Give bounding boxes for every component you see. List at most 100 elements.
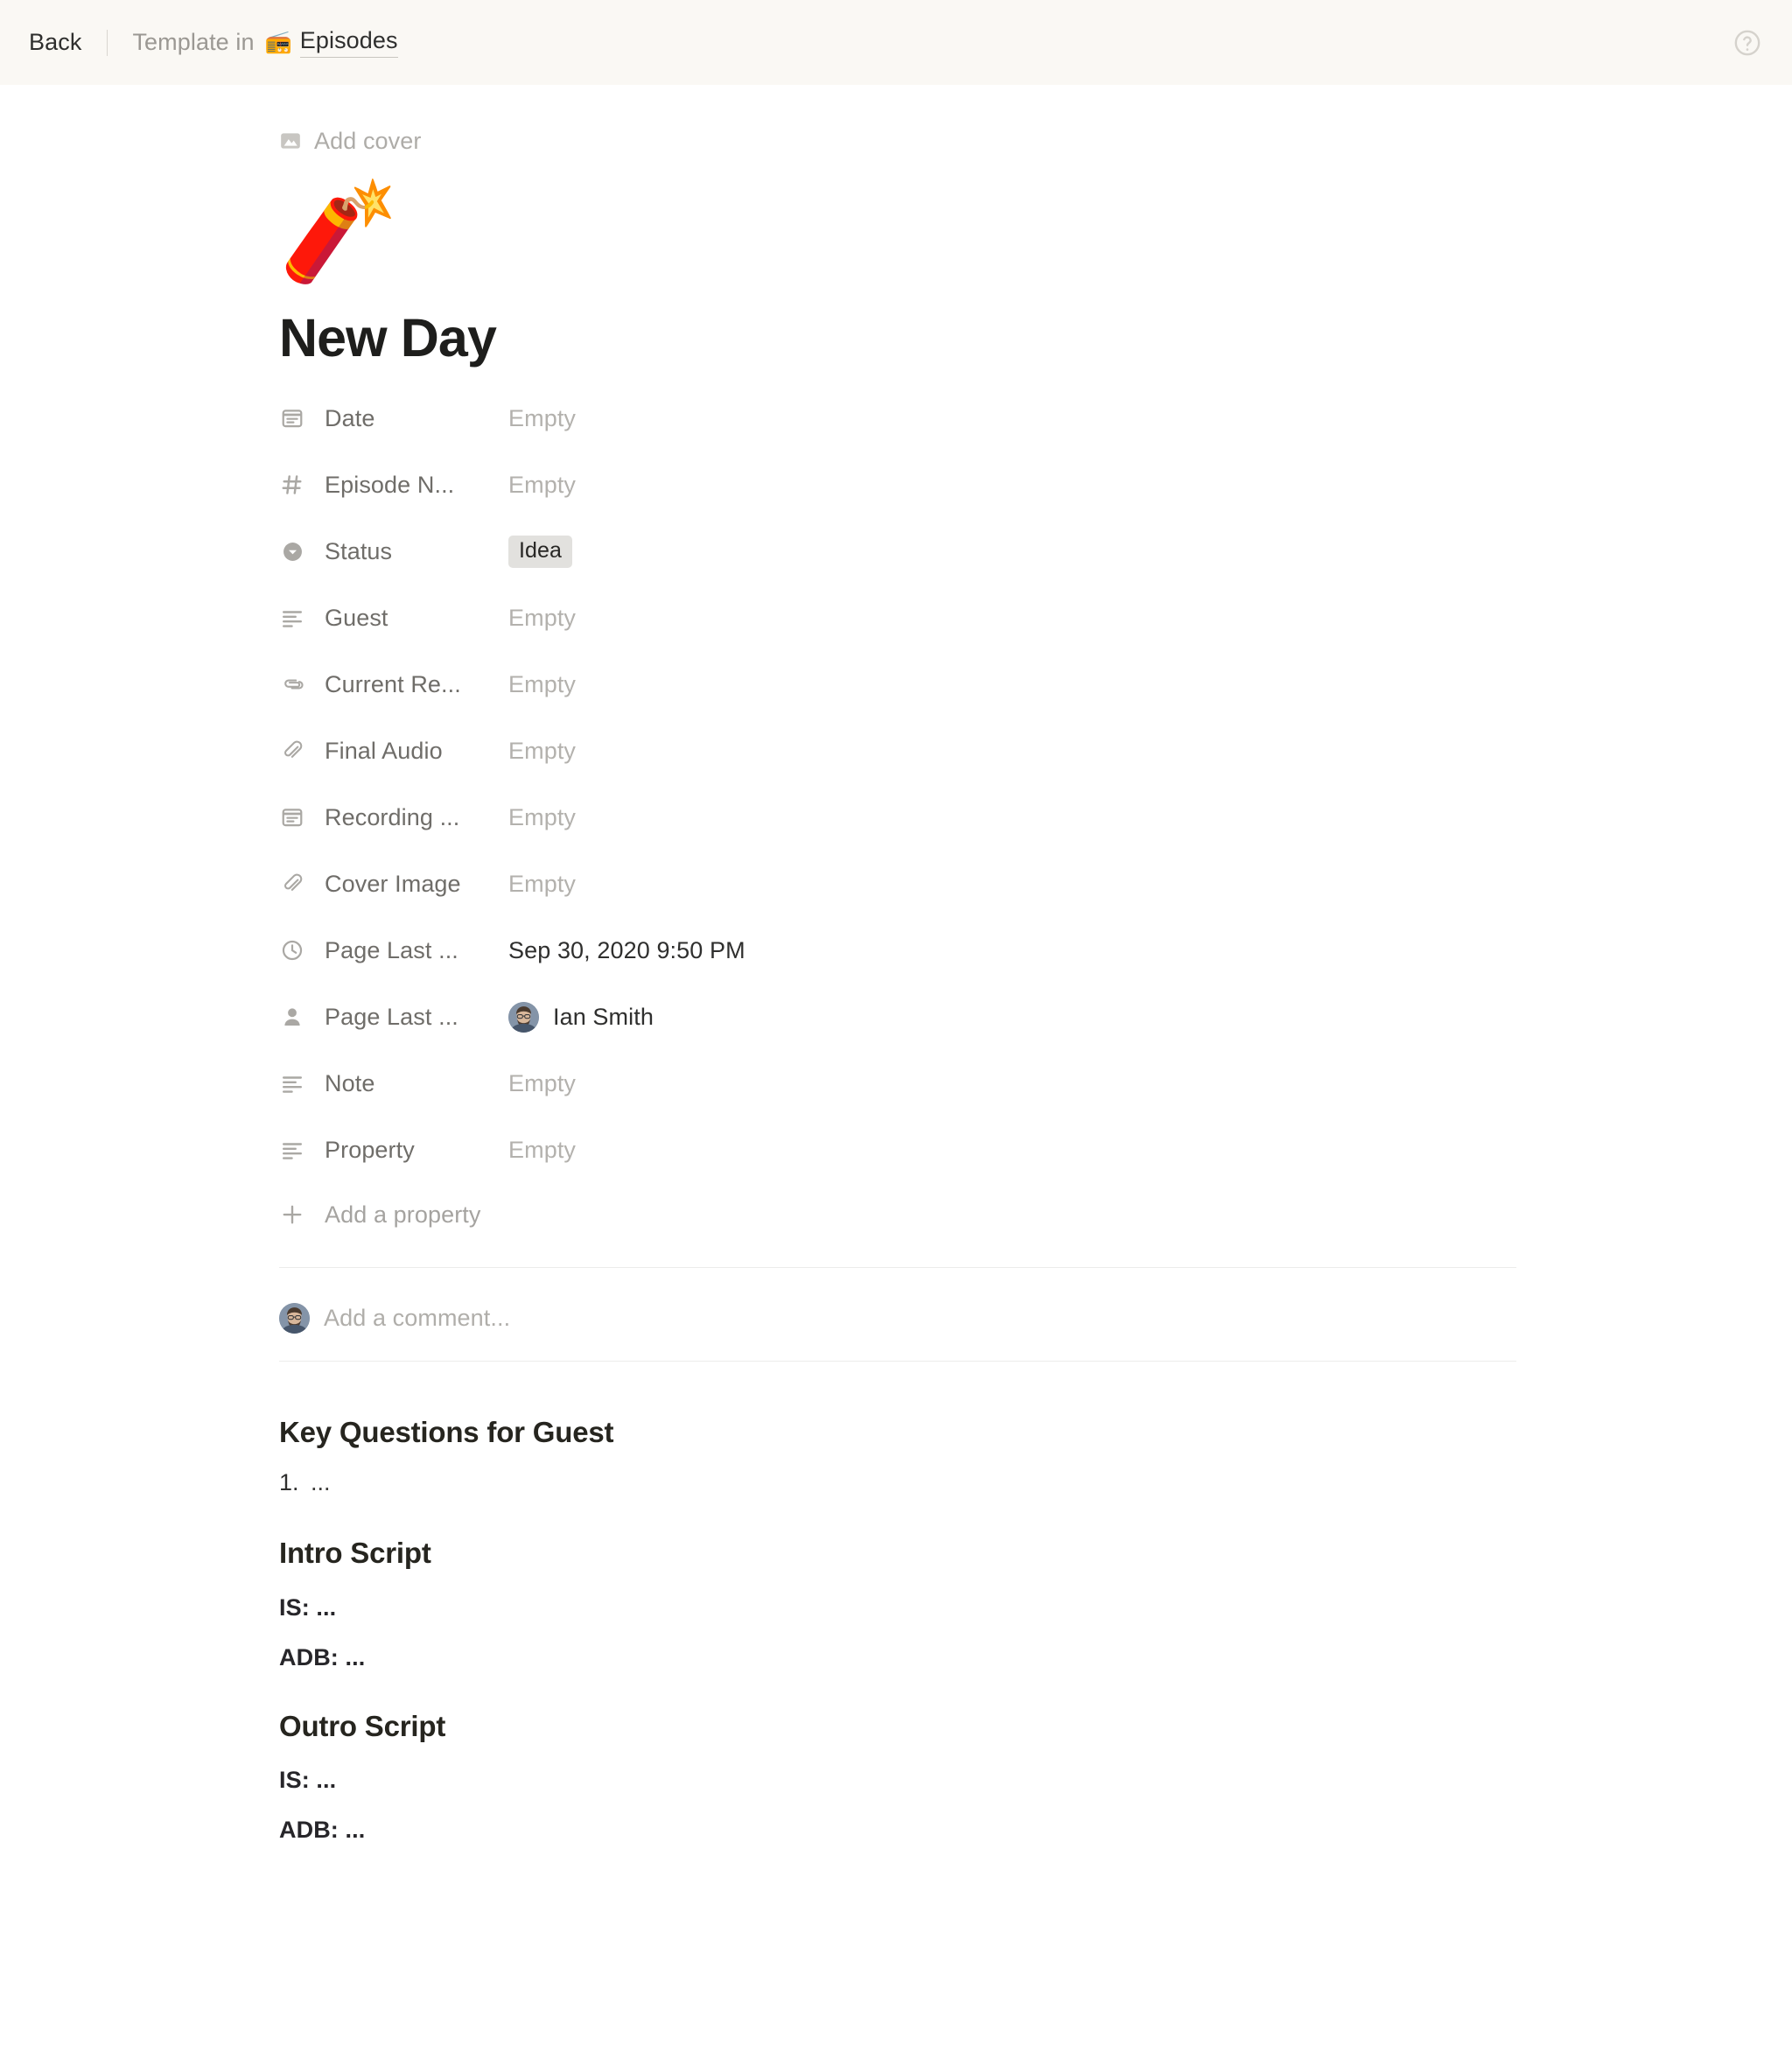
property-label-date[interactable]: Date [279, 405, 508, 432]
clock-icon [279, 937, 305, 963]
image-icon [279, 130, 302, 152]
add-cover-button[interactable]: Add cover [279, 126, 463, 156]
page-title[interactable]: New Day [279, 308, 1792, 368]
property-row-date[interactable]: Date Empty [279, 396, 1792, 441]
intro-is-line[interactable]: IS: ... [279, 1594, 1792, 1621]
property-name: Current Re... [325, 670, 461, 697]
property-label-page-last-edited-by[interactable]: Page Last ... [279, 1004, 508, 1031]
property-value-status[interactable]: Idea [508, 532, 573, 571]
outro-adb-line[interactable]: ADB: ... [279, 1817, 1792, 1844]
property-label-page-last-edited-time[interactable]: Page Last ... [279, 937, 508, 964]
back-button[interactable]: Back [29, 29, 81, 56]
add-comment-input[interactable]: Add a comment... [324, 1305, 510, 1332]
property-value[interactable]: Empty [508, 798, 576, 837]
property-row-page-last-edited-by[interactable]: Page Last ... Ian Smith [279, 994, 1792, 1040]
person-name: Ian Smith [553, 1003, 654, 1030]
heading-intro-script[interactable]: Intro Script [279, 1535, 1792, 1571]
intro-adb-line[interactable]: ADB: ... [279, 1644, 1792, 1671]
property-label-note[interactable]: Note [279, 1070, 508, 1097]
help-circle-icon[interactable] [1732, 28, 1762, 58]
text-icon [279, 605, 305, 631]
page-content: Key Questions for Guest 1. ... Intro Scr… [279, 1369, 1792, 1844]
person-icon [279, 1004, 305, 1030]
text-icon [279, 1070, 305, 1096]
list-item-text[interactable]: ... [311, 1469, 331, 1496]
paperclip-icon [279, 871, 305, 897]
comment-avatar [279, 1302, 310, 1334]
calendar-icon [279, 405, 305, 431]
list-marker: 1. [279, 1469, 299, 1496]
property-row-status[interactable]: Status Idea [279, 529, 1792, 574]
property-row-recording-date[interactable]: Recording ... Empty [279, 795, 1792, 840]
property-name: Date [325, 404, 375, 431]
property-value[interactable]: Empty [508, 732, 576, 770]
template-in-label: Template in [132, 29, 255, 55]
property-row-episode-number[interactable]: Episode N... Empty [279, 462, 1792, 508]
add-property-label: Add a property [325, 1201, 481, 1228]
property-row-cover-image[interactable]: Cover Image Empty [279, 861, 1792, 907]
property-value[interactable]: Empty [508, 1131, 576, 1169]
list-item[interactable]: 1. ... [279, 1469, 1792, 1496]
property-name: Status [325, 537, 393, 564]
plus-icon [279, 1201, 305, 1228]
property-name: Episode N... [325, 471, 455, 498]
property-value[interactable]: Empty [508, 599, 576, 637]
add-comment-row[interactable]: Add a comment... [279, 1287, 1792, 1348]
property-name: Cover Image [325, 870, 461, 897]
heading-outro-script[interactable]: Outro Script [279, 1708, 1792, 1744]
property-label-status[interactable]: Status [279, 538, 508, 565]
comment-divider [279, 1361, 1516, 1362]
heading-key-questions[interactable]: Key Questions for Guest [279, 1414, 1792, 1450]
property-name: Note [325, 1069, 375, 1096]
property-value[interactable]: Empty [508, 665, 576, 704]
property-label-guest[interactable]: Guest [279, 605, 508, 632]
calendar-icon [279, 804, 305, 830]
breadcrumb-divider [107, 29, 108, 56]
property-row-page-last-edited-time[interactable]: Page Last ... Sep 30, 2020 9:50 PM [279, 928, 1792, 973]
text-icon [279, 1137, 305, 1163]
property-name: Page Last ... [325, 1003, 458, 1030]
property-name: Property [325, 1136, 415, 1163]
property-label-episode-number[interactable]: Episode N... [279, 472, 508, 499]
paperclip-icon [279, 738, 305, 764]
property-label-recording-date[interactable]: Recording ... [279, 804, 508, 831]
property-label-cover-image[interactable]: Cover Image [279, 871, 508, 898]
page-body: Add cover 🧨 New Day Date Empty Episode N… [0, 126, 1792, 1844]
page-emoji-firecracker[interactable]: 🧨 [279, 181, 399, 286]
breadcrumb-database-name: Episodes [299, 27, 398, 58]
property-list: Date Empty Episode N... Empty Status Ide… [279, 396, 1792, 1236]
radio-icon: 📻 [264, 30, 292, 54]
property-value[interactable]: Empty [508, 1064, 576, 1103]
add-property-button[interactable]: Add a property [279, 1194, 1792, 1236]
property-name: Final Audio [325, 737, 443, 764]
property-name: Recording ... [325, 803, 460, 830]
property-label-property[interactable]: Property [279, 1137, 508, 1164]
property-value[interactable]: Empty [508, 466, 576, 504]
property-value-person: Ian Smith [508, 998, 654, 1036]
property-value[interactable]: Empty [508, 399, 576, 438]
property-label-current-recordings[interactable]: Current Re... [279, 671, 508, 698]
properties-divider [279, 1267, 1516, 1269]
breadcrumb-bar: Back Template in 📻 Episodes [0, 0, 1792, 85]
files-icon [279, 671, 305, 697]
property-row-final-audio[interactable]: Final Audio Empty [279, 728, 1792, 774]
property-row-guest[interactable]: Guest Empty [279, 595, 1792, 641]
property-row-current-recordings[interactable]: Current Re... Empty [279, 662, 1792, 707]
select-icon [279, 538, 305, 564]
property-value-timestamp: Sep 30, 2020 9:50 PM [508, 936, 746, 963]
hash-icon [279, 472, 305, 498]
avatar [508, 1001, 539, 1033]
property-row-property[interactable]: Property Empty [279, 1127, 1792, 1173]
property-row-note[interactable]: Note Empty [279, 1061, 1792, 1106]
outro-is-line[interactable]: IS: ... [279, 1767, 1792, 1794]
breadcrumb-database-link[interactable]: 📻 Episodes [265, 27, 398, 58]
status-badge: Idea [508, 535, 573, 568]
property-name: Page Last ... [325, 936, 458, 963]
property-name: Guest [325, 604, 388, 631]
property-label-final-audio[interactable]: Final Audio [279, 738, 508, 765]
add-cover-label: Add cover [314, 127, 422, 154]
property-value[interactable]: Empty [508, 865, 576, 903]
